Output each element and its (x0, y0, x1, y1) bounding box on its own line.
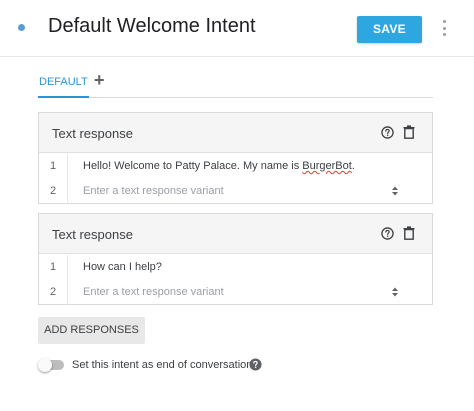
response-variant-input[interactable]: Enter a text response variant (83, 179, 224, 204)
save-button[interactable]: SAVE (357, 16, 422, 43)
trash-icon[interactable] (403, 125, 415, 139)
help-icon[interactable] (249, 358, 262, 371)
response-variant-input[interactable]: Enter a text response variant (83, 280, 224, 305)
toggle-thumb (38, 358, 52, 372)
stepper-icon[interactable] (391, 185, 399, 197)
end-conversation-toggle[interactable] (38, 358, 66, 372)
response-text[interactable]: Hello! Welcome to Patty Palace. My name … (83, 154, 355, 179)
response-row[interactable]: 1 How can I help? (39, 255, 432, 280)
row-number: 2 (49, 286, 57, 298)
response-variant-row[interactable]: 2 Enter a text response variant (39, 280, 432, 305)
card-title: Text response (52, 126, 133, 141)
intent-header: Default Welcome Intent SAVE (0, 0, 474, 57)
status-dot (18, 24, 25, 31)
card-header: Text response (39, 214, 432, 254)
more-vert-icon[interactable] (441, 20, 447, 36)
response-text[interactable]: How can I help? (83, 255, 162, 280)
card-title: Text response (52, 227, 133, 242)
page-title: Default Welcome Intent (48, 15, 256, 37)
help-icon[interactable] (381, 126, 394, 139)
tab-default[interactable]: DEFAULT (38, 75, 89, 98)
row-number: 1 (49, 160, 57, 172)
trash-icon[interactable] (403, 226, 415, 240)
row-number: 2 (49, 185, 57, 197)
help-icon[interactable] (381, 227, 394, 240)
response-row[interactable]: 1 Hello! Welcome to Patty Palace. My nam… (39, 154, 432, 179)
text-response-card: Text response 1 How can I help? 2 Enter … (38, 213, 433, 305)
row-number: 1 (49, 261, 57, 273)
text-response-card: Text response 1 Hello! Welcome to Patty … (38, 112, 433, 204)
card-header: Text response (39, 113, 432, 153)
end-conversation-label: Set this intent as end of conversation (72, 359, 253, 371)
response-tabs: DEFAULT + (38, 68, 433, 98)
stepper-icon[interactable] (391, 286, 399, 298)
response-text-suffix: . (351, 160, 355, 172)
add-responses-button[interactable]: ADD RESPONSES (38, 317, 145, 344)
plus-icon[interactable]: + (94, 70, 105, 90)
misspelled-word: BurgerBot (302, 160, 352, 172)
response-variant-row[interactable]: 2 Enter a text response variant (39, 179, 432, 204)
response-text-prefix: Hello! Welcome to Patty Palace. My name … (83, 160, 303, 172)
